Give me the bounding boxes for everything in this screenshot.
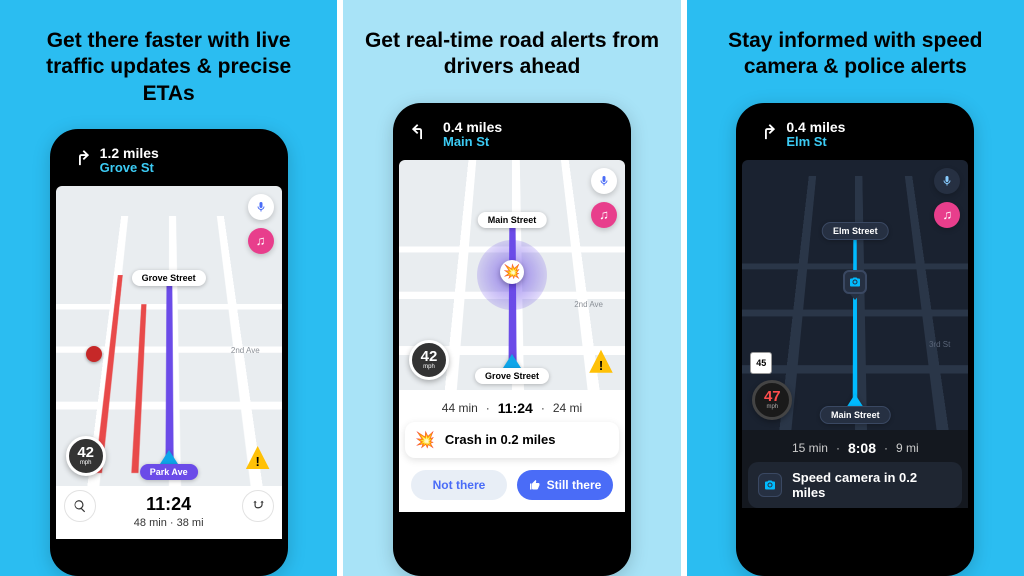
route-line [165,275,173,473]
eta-clock: 8:08 [848,440,876,456]
voice-fab[interactable] [248,194,274,220]
current-street-pill: Main Street [820,406,891,424]
crash-icon: 💥 [415,430,435,450]
nav-distance: 0.4 miles [443,119,502,135]
alert-text: Speed camera in 0.2 miles [792,470,952,500]
headline: Get real-time road alerts from drivers a… [361,28,662,81]
turn-right-icon [68,145,90,167]
search-icon [73,499,87,513]
music-icon: ♫ [599,207,609,222]
current-location-cursor [503,354,521,368]
nav-street: Elm St [786,135,845,150]
mic-icon [255,201,267,213]
promo-panel-1: Get there faster with live traffic updat… [0,0,337,576]
eta-bar[interactable]: 11:24 48 min · 38 mi [56,486,282,539]
not-there-button[interactable]: Not there [411,470,507,500]
thumbs-up-icon [529,479,541,491]
routes-icon [251,499,265,513]
camera-badge [758,473,782,497]
eta-distance: 24 mi [553,401,582,415]
crash-pin[interactable]: 💥 [500,260,524,284]
nav-street: Main St [443,135,502,150]
street-pill: Elm Street [822,222,889,240]
music-fab[interactable]: ♫ [934,202,960,228]
nav-banner: 1.2 miles Grove St [56,139,282,186]
music-icon: ♫ [256,233,266,248]
nav-distance: 0.4 miles [786,119,845,135]
still-there-button[interactable]: Still there [517,470,613,500]
cross-street-label: 2nd Ave [231,346,260,355]
eta-duration: 48 min [134,517,167,529]
nav-street: Grove St [100,161,159,176]
music-icon: ♫ [942,207,952,222]
routes-button[interactable] [242,490,274,522]
cross-street-label: 2nd Ave [574,300,603,309]
nav-banner: 0.4 miles Elm St [742,113,968,160]
traffic-jam-indicator [131,304,146,473]
nav-banner: 0.4 miles Main St [399,113,625,160]
voice-fab[interactable] [591,168,617,194]
search-button[interactable] [64,490,96,522]
speed-limit-sign: 45 [750,352,772,374]
map-view[interactable]: ♫ Main Street 💥 2nd Ave 42 mph Grove Str… [399,160,625,390]
phone-frame: 0.4 miles Main St ♫ Main Street 💥 2nd Av… [393,103,631,576]
alert-card: 💥 Crash in 0.2 miles [405,422,619,458]
alert-text: Crash in 0.2 miles [445,432,556,447]
eta-clock: 11:24 [146,494,191,515]
eta-bar[interactable]: 44 min · 11:24 · 24 mi 💥 Crash in 0.2 mi… [399,390,625,512]
music-fab[interactable]: ♫ [248,228,274,254]
turn-right-icon [754,119,776,141]
eta-distance: 38 mi [177,517,204,529]
mic-icon [598,175,610,187]
map-view[interactable]: ♫ Grove Street 2nd Ave 42 mph Park Ave [56,186,282,486]
promo-panel-3: Stay informed with speed camera & police… [687,0,1024,576]
speedometer: 42 mph [409,340,449,380]
eta-bar[interactable]: 15 min · 8:08 · 9 mi Speed camera in 0.2… [742,430,968,508]
promo-panel-2: Get real-time road alerts from drivers a… [343,0,680,576]
speedometer: 42 mph [66,436,106,476]
speedometer: 47 mph [752,380,792,420]
eta-duration: 15 min [792,441,828,455]
current-street-pill: Park Ave [140,464,198,480]
map-view[interactable]: ♫ Elm Street 3rd St 45 47 mph Main Stree… [742,160,968,430]
turn-left-icon [411,119,433,141]
voice-fab[interactable] [934,168,960,194]
eta-duration: 44 min [442,401,478,415]
phone-frame: 1.2 miles Grove St ♫ Grove Street 2nd Av… [50,129,288,576]
eta-distance: 9 mi [896,441,919,455]
nav-distance: 1.2 miles [100,145,159,161]
hazard-pin[interactable] [86,346,102,362]
camera-icon [764,479,776,491]
camera-icon [849,276,861,288]
mic-icon [941,175,953,187]
current-location-cursor [160,450,178,464]
street-pill: Grove Street [132,270,206,286]
cross-street-label: 3rd St [929,340,950,349]
current-street-pill: Grove Street [475,368,549,384]
phone-frame: 0.4 miles Elm St ♫ Elm Street 3rd St [736,103,974,576]
alert-card: Speed camera in 0.2 miles [748,462,962,508]
music-fab[interactable]: ♫ [591,202,617,228]
eta-clock: 11:24 [498,400,533,416]
speed-camera-pin[interactable] [843,270,867,298]
street-pill: Main Street [478,212,547,228]
headline: Get there faster with live traffic updat… [18,28,319,107]
headline: Stay informed with speed camera & police… [705,28,1006,81]
